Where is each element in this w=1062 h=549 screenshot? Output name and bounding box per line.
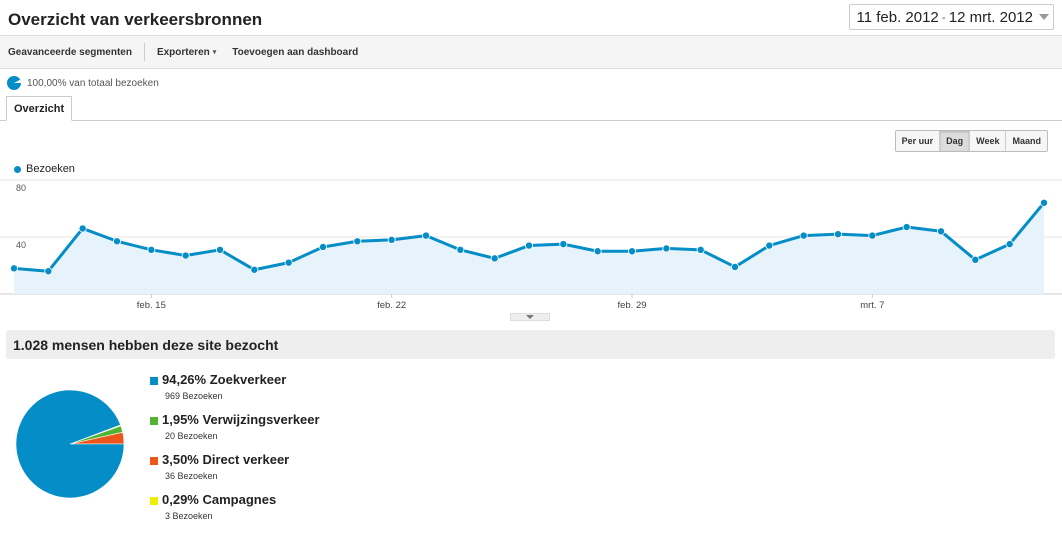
- segment-indicator: 100,00% van totaal bezoeken: [7, 76, 159, 90]
- data-point: [937, 227, 946, 236]
- data-point: [9, 264, 18, 273]
- data-point: [834, 230, 843, 239]
- granularity-week-button[interactable]: Week: [969, 131, 1006, 151]
- source-label[interactable]: 3,50% Direct verkeer: [162, 452, 289, 467]
- traffic-sources-pie-chart: [16, 390, 125, 499]
- add-to-dashboard-button[interactable]: Toevoegen aan dashboard: [224, 36, 366, 68]
- data-point: [318, 242, 327, 251]
- data-point: [628, 247, 637, 256]
- data-point: [44, 267, 53, 276]
- data-point: [1040, 198, 1049, 207]
- export-button[interactable]: Exporteren ▾: [149, 36, 224, 68]
- data-point: [662, 244, 671, 253]
- source-label[interactable]: 0,29% Campagnes: [162, 492, 276, 507]
- data-point: [765, 241, 774, 250]
- data-point: [902, 223, 911, 232]
- swatch-icon: [150, 377, 158, 385]
- data-point: [731, 262, 740, 271]
- chart-collapse-handle[interactable]: [510, 313, 550, 321]
- data-point: [490, 254, 499, 263]
- legend-label: Bezoeken: [26, 163, 75, 175]
- x-tick-label: feb. 22: [377, 300, 406, 310]
- visits-line-chart[interactable]: 80 40 feb. 15 feb. 22 feb. 29 mrt. 7: [0, 178, 1062, 310]
- granularity-selector: Per uur Dag Week Maand: [894, 130, 1048, 152]
- data-point: [78, 224, 87, 233]
- x-tick-label: feb. 29: [617, 300, 646, 310]
- data-point: [559, 240, 568, 249]
- date-separator: -: [941, 10, 946, 24]
- chart-legend: Bezoeken: [14, 163, 75, 175]
- data-point: [799, 231, 808, 240]
- export-label: Exporteren: [156, 46, 210, 58]
- granularity-hour-button[interactable]: Per uur: [895, 131, 940, 151]
- data-point: [971, 255, 980, 264]
- granularity-month-button[interactable]: Maand: [1005, 131, 1047, 151]
- data-point: [421, 231, 430, 240]
- dropdown-arrow-icon: ▾: [212, 49, 217, 56]
- data-point: [456, 245, 465, 254]
- page-title: Overzicht van verkeersbronnen: [8, 10, 263, 29]
- data-point: [593, 247, 602, 256]
- date-end: 12 mrt. 2012: [948, 8, 1033, 26]
- data-point: [868, 231, 877, 240]
- date-range-picker[interactable]: 11 feb. 2012 - 12 mrt. 2012: [849, 4, 1054, 30]
- tab-bar: Overzicht: [0, 96, 1062, 121]
- data-point: [250, 265, 259, 274]
- swatch-icon: [150, 457, 158, 465]
- data-point: [525, 241, 534, 250]
- data-point: [113, 237, 122, 246]
- toolbar: Geavanceerde segmenten Exporteren ▾ Toev…: [0, 35, 1062, 69]
- source-visits: 36 Bezoeken: [165, 471, 218, 481]
- source-visits: 3 Bezoeken: [165, 511, 213, 521]
- x-tick-label: feb. 15: [137, 300, 166, 310]
- source-visits: 969 Bezoeken: [165, 391, 223, 401]
- summary-bar: 1.028 mensen hebben deze site bezocht: [6, 330, 1055, 359]
- data-point: [353, 237, 362, 246]
- x-tick-label: mrt. 7: [860, 300, 884, 310]
- data-point: [215, 245, 224, 254]
- segment-label: 100,00% van totaal bezoeken: [27, 77, 159, 89]
- legend-dot-icon: [14, 165, 21, 173]
- data-point: [1005, 240, 1014, 249]
- date-start: 11 feb. 2012: [856, 8, 939, 26]
- chevron-down-icon[interactable]: [1039, 14, 1049, 20]
- granularity-day-button[interactable]: Dag: [939, 131, 970, 151]
- advanced-segments-button[interactable]: Geavanceerde segmenten: [0, 36, 140, 68]
- chevron-down-icon: [526, 315, 534, 319]
- pie-slice: [16, 390, 125, 499]
- data-point: [181, 251, 190, 260]
- data-point: [696, 245, 705, 254]
- tab-overview[interactable]: Overzicht: [6, 96, 73, 121]
- toolbar-divider: [143, 43, 145, 61]
- source-label[interactable]: 1,95% Verwijzingsverkeer: [162, 412, 320, 427]
- data-point: [387, 235, 396, 244]
- y-tick-label: 40: [16, 240, 26, 250]
- data-point: [284, 258, 293, 267]
- pie-segment-icon: [7, 76, 21, 90]
- source-label[interactable]: 94,26% Zoekverkeer: [162, 372, 286, 387]
- summary-title: 1.028 mensen hebben deze site bezocht: [13, 336, 279, 353]
- swatch-icon: [150, 417, 158, 425]
- y-tick-label: 80: [16, 183, 26, 193]
- source-visits: 20 Bezoeken: [165, 431, 218, 441]
- swatch-icon: [150, 497, 158, 505]
- data-point: [147, 245, 156, 254]
